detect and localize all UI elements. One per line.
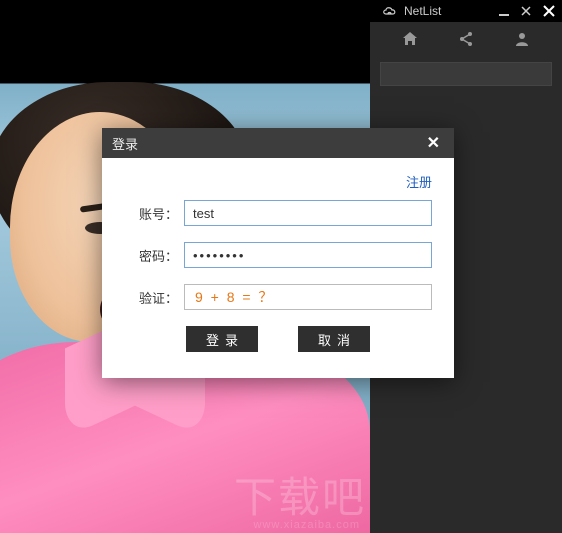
dialog-title-text: 登录 (112, 134, 138, 153)
share-icon[interactable] (452, 25, 480, 53)
captcha-display[interactable]: 9 + 8 = ？ (184, 284, 432, 310)
register-link[interactable]: 注册 (406, 175, 432, 190)
close-button[interactable] (542, 4, 556, 18)
minimize-button[interactable] (498, 5, 510, 17)
cloud-icon (382, 5, 398, 17)
login-dialog: 登录 ✕ 注册 账号： 密码： 验证： 9 + 8 = ？ 登录 取消 (102, 128, 454, 378)
password-label: 密码： (124, 246, 184, 265)
captcha-label: 验证： (124, 288, 184, 307)
app-window: NetList 高 清 下载吧 www.xiazaiba.com (0, 0, 562, 533)
home-icon[interactable] (396, 25, 424, 53)
watermark-url: www.xiazaiba.com (254, 519, 360, 531)
account-input[interactable] (184, 200, 432, 226)
login-button[interactable]: 登录 (186, 326, 258, 352)
app-title: NetList (382, 4, 441, 18)
account-label: 账号： (124, 204, 184, 223)
dialog-close-button[interactable]: ✕ (423, 133, 444, 153)
password-input[interactable] (184, 242, 432, 268)
dialog-titlebar: 登录 ✕ (102, 128, 454, 158)
app-name-text: NetList (404, 4, 441, 18)
cancel-button[interactable]: 取消 (298, 326, 370, 352)
user-icon[interactable] (508, 25, 536, 53)
titlebar: NetList (0, 0, 562, 22)
maximize-button[interactable] (520, 5, 532, 17)
sidebar-search-input[interactable] (380, 62, 552, 86)
